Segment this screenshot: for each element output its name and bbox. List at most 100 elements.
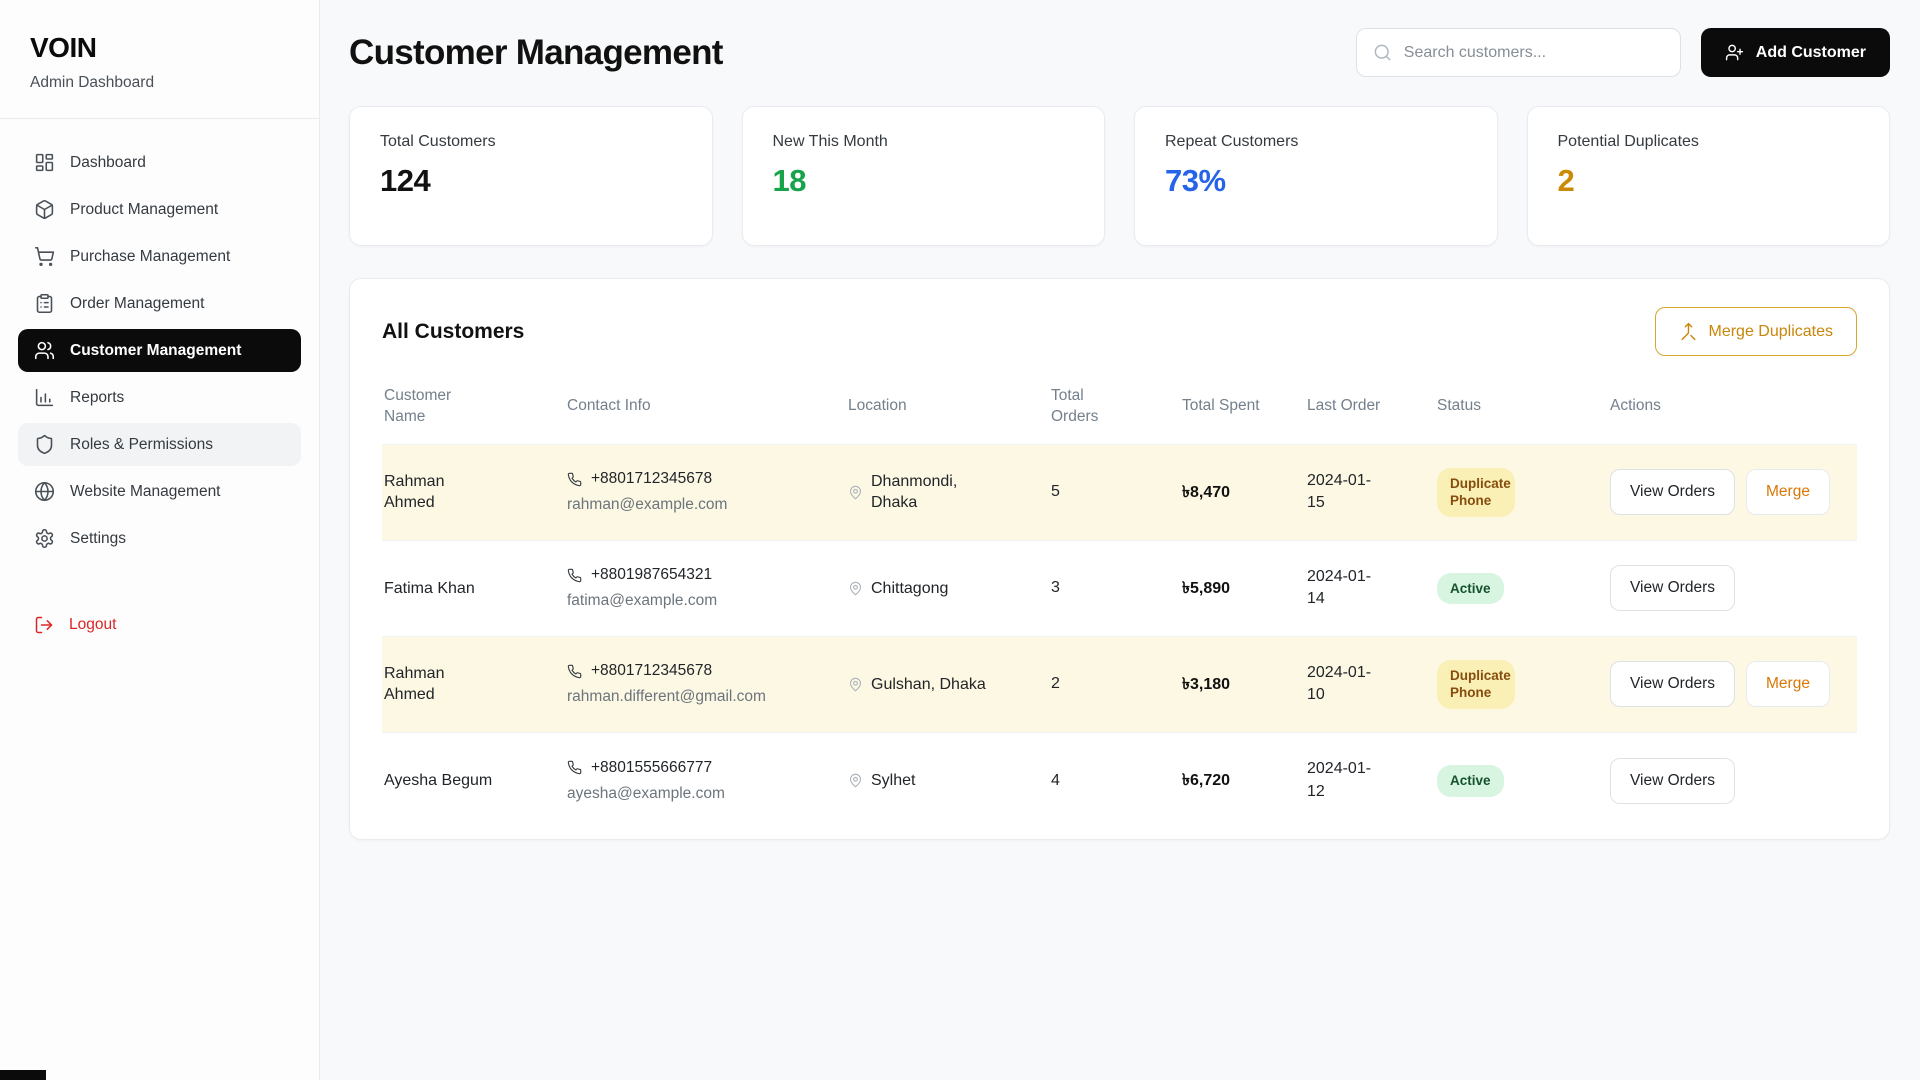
customer-email: rahman.different@gmail.com xyxy=(567,688,825,706)
status-badge: Duplicate Phone xyxy=(1437,660,1515,709)
customer-location: Sylhet xyxy=(871,770,915,792)
sidebar-item-order-management[interactable]: Order Management xyxy=(18,282,301,325)
last-order-date: 2024-01-14 xyxy=(1307,566,1377,611)
total-spent: ৳8,470 xyxy=(1182,479,1284,506)
customer-email: rahman@example.com xyxy=(567,496,825,514)
view-orders-button[interactable]: View Orders xyxy=(1610,758,1735,804)
map-pin-icon xyxy=(848,485,863,500)
customer-name: Rahman Ahmed xyxy=(384,663,496,706)
phone-icon xyxy=(567,472,582,487)
stats-row: Total Customers 124 New This Month 18 Repeat… xyxy=(349,106,1890,246)
stat-card-total-customers: Total Customers 124 xyxy=(349,106,713,246)
logout-icon xyxy=(34,615,54,635)
gear-icon xyxy=(34,528,55,549)
last-order-date: 2024-01-15 xyxy=(1307,470,1377,515)
total-orders: 4 xyxy=(1051,772,1159,790)
topbar-actions: Add Customer xyxy=(1356,28,1890,77)
add-customer-button[interactable]: Add Customer xyxy=(1701,28,1890,77)
column-header-last-order: Last Order xyxy=(1307,396,1391,417)
customer-email: ayesha@example.com xyxy=(567,785,825,803)
customers-table-card: All Customers Merge Duplicates Customer … xyxy=(349,278,1890,840)
table-body: Rahman Ahmed +8801712345678 rahman@example… xyxy=(382,445,1857,829)
map-pin-icon xyxy=(848,677,863,692)
stat-value: 124 xyxy=(380,163,682,199)
table-row: Rahman Ahmed+8801712345678rahman@example… xyxy=(382,445,1857,541)
customer-phone: +8801987654321 xyxy=(591,566,712,584)
stat-label: Repeat Customers xyxy=(1165,133,1467,151)
table-row: Ayesha Begum+8801555666777ayesha@example… xyxy=(382,733,1857,829)
sidebar-item-label: Settings xyxy=(70,530,126,548)
last-order-date: 2024-01-10 xyxy=(1307,662,1377,707)
view-orders-button[interactable]: View Orders xyxy=(1610,565,1735,611)
status-badge: Active xyxy=(1437,573,1504,605)
stat-label: Total Customers xyxy=(380,133,682,151)
column-header-total-orders: Total Orders xyxy=(1051,386,1135,428)
table-column-headers: Customer Name Contact Info Location Total O… xyxy=(382,386,1857,445)
actions-cell: View Orders xyxy=(1610,565,1855,611)
sidebar-item-roles-permissions[interactable]: Roles & Permissions xyxy=(18,423,301,466)
actions-cell: View OrdersMerge xyxy=(1610,661,1855,707)
sidebar-item-label: Dashboard xyxy=(70,154,146,172)
status-badge: Duplicate Phone xyxy=(1437,468,1515,517)
app-root: VOIN Admin Dashboard Dashboard Product Ma… xyxy=(0,0,1920,1080)
topbar: Customer Management Add Customer xyxy=(349,28,1890,77)
sidebar-nav: Dashboard Product Management Purchase Mana… xyxy=(0,119,319,564)
total-orders: 5 xyxy=(1051,483,1159,501)
stat-value: 18 xyxy=(773,163,1075,199)
users-icon xyxy=(34,340,55,361)
customer-phone: +8801555666777 xyxy=(591,759,712,777)
location-cell: Sylhet xyxy=(848,770,1028,792)
sidebar-item-label: Order Management xyxy=(70,295,204,313)
column-header-actions: Actions xyxy=(1610,396,1855,417)
stat-value: 73% xyxy=(1165,163,1467,199)
customer-location: Chittagong xyxy=(871,578,948,600)
sidebar-item-label: Website Management xyxy=(70,483,221,501)
location-cell: Gulshan, Dhaka xyxy=(848,674,1028,696)
search-input[interactable] xyxy=(1404,44,1664,62)
screen-corner-artifact xyxy=(0,1070,46,1080)
customer-phone: +8801712345678 xyxy=(591,662,712,680)
status-cell: Duplicate Phone xyxy=(1437,660,1587,709)
sidebar-item-website-management[interactable]: Website Management xyxy=(18,470,301,513)
table-title: All Customers xyxy=(382,320,524,344)
add-customer-label: Add Customer xyxy=(1756,44,1866,62)
stat-card-new-this-month: New This Month 18 xyxy=(742,106,1106,246)
sidebar-item-purchase-management[interactable]: Purchase Management xyxy=(18,235,301,278)
sidebar-item-label: Purchase Management xyxy=(70,248,230,266)
package-icon xyxy=(34,199,55,220)
total-orders: 3 xyxy=(1051,579,1159,597)
column-header-customer-name: Customer Name xyxy=(384,386,468,428)
contact-info-cell: +8801712345678 rahman.different@gmail.com xyxy=(567,662,825,706)
stat-value: 2 xyxy=(1558,163,1860,199)
map-pin-icon xyxy=(848,581,863,596)
sidebar-item-reports[interactable]: Reports xyxy=(18,376,301,419)
total-orders: 2 xyxy=(1051,675,1159,693)
sidebar-item-settings[interactable]: Settings xyxy=(18,517,301,560)
clipboard-icon xyxy=(34,293,55,314)
brand-block: VOIN Admin Dashboard xyxy=(0,0,319,119)
sidebar-item-customer-management[interactable]: Customer Management xyxy=(18,329,301,372)
sidebar-item-dashboard[interactable]: Dashboard xyxy=(18,141,301,184)
merge-button[interactable]: Merge xyxy=(1746,469,1830,515)
contact-info-cell: +8801555666777 ayesha@example.com xyxy=(567,759,825,803)
status-cell: Duplicate Phone xyxy=(1437,468,1587,517)
customer-name: Rahman Ahmed xyxy=(384,471,496,514)
stat-label: New This Month xyxy=(773,133,1075,151)
phone-icon xyxy=(567,568,582,583)
stat-label: Potential Duplicates xyxy=(1558,133,1860,151)
search-box xyxy=(1356,28,1681,77)
brand-subtitle: Admin Dashboard xyxy=(30,74,289,92)
sidebar: VOIN Admin Dashboard Dashboard Product Ma… xyxy=(0,0,320,1080)
view-orders-button[interactable]: View Orders xyxy=(1610,661,1735,707)
merge-icon xyxy=(1679,322,1698,341)
merge-duplicates-button[interactable]: Merge Duplicates xyxy=(1655,307,1858,356)
view-orders-button[interactable]: View Orders xyxy=(1610,469,1735,515)
column-header-contact-info: Contact Info xyxy=(567,396,825,417)
cart-icon xyxy=(34,246,55,267)
table-row: Fatima Khan+8801987654321fatima@example.… xyxy=(382,541,1857,637)
merge-button[interactable]: Merge xyxy=(1746,661,1830,707)
logout-button[interactable]: Logout xyxy=(18,604,301,646)
sidebar-item-product-management[interactable]: Product Management xyxy=(18,188,301,231)
column-header-location: Location xyxy=(848,396,1028,417)
phone-icon xyxy=(567,664,582,679)
